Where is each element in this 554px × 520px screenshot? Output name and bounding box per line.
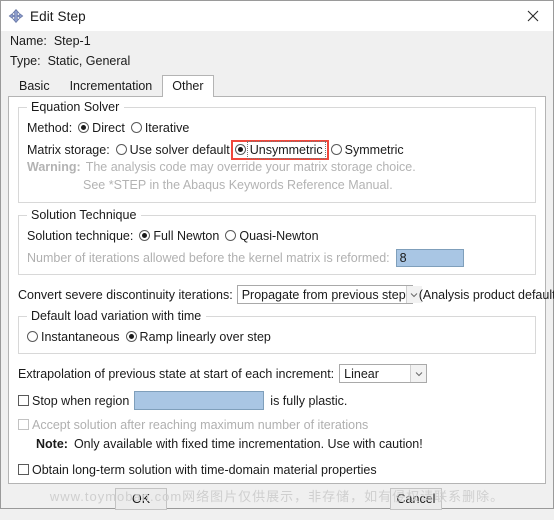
checkbox-obtain-long-term[interactable]: Obtain long-term solution with time-doma… (18, 463, 377, 477)
warning-key: Warning: (27, 160, 81, 174)
close-icon[interactable] (513, 2, 553, 31)
ok-button[interactable]: OK (115, 488, 167, 510)
extrapolation-label: Extrapolation of previous state at start… (18, 366, 335, 381)
tab-basic[interactable]: Basic (9, 75, 60, 96)
radio-quasi-newton[interactable]: Quasi-Newton (225, 228, 319, 243)
obtain-long-term-label: Obtain long-term solution with time-doma… (32, 462, 377, 477)
tab-strip: Basic Incrementation Other (1, 75, 553, 97)
solution-technique-title: Solution Technique (27, 208, 142, 222)
radio-full-newton-label: Full Newton (153, 228, 220, 243)
convert-severe-discontinuity-select[interactable]: Propagate from previous step (236, 285, 422, 304)
convert-severe-discontinuity-label: Convert severe discontinuity iterations: (18, 287, 233, 302)
highlight-box-unsymmetric: Unsymmetric (230, 139, 329, 160)
radio-matrix-unsymmetric[interactable]: Unsymmetric (234, 140, 326, 159)
radio-matrix-symmetric[interactable]: Symmetric (330, 142, 404, 157)
name-value: Step-1 (53, 34, 91, 48)
load-variation-options-row: Instantaneous Ramp linearly over step (27, 326, 527, 347)
radio-method-direct[interactable]: Direct (78, 121, 125, 135)
type-row: Type: Static, General (10, 54, 553, 74)
radio-matrix-use-solver-default-label: Use solver default (129, 142, 230, 157)
equation-solver-title: Equation Solver (27, 100, 125, 114)
radio-circle-icon (330, 144, 342, 155)
checkbox-icon (18, 395, 29, 406)
radio-ramp-linearly[interactable]: Ramp linearly over step (125, 329, 271, 344)
radio-circle-icon (130, 122, 142, 133)
note-key: Note: (36, 437, 68, 451)
header-fields: Name: Step-1 Type: Static, General (1, 31, 553, 75)
edit-step-dialog: Edit Step Name: Step-1 Type: Static, Gen… (0, 0, 554, 510)
stop-region-input[interactable] (134, 391, 265, 410)
chevron-down-icon (410, 365, 427, 382)
kernel-iterations-label: Number of iterations allowed before the … (27, 250, 390, 265)
radio-dot-icon (234, 144, 246, 155)
radio-dot-icon (78, 122, 90, 133)
radio-matrix-unsymmetric-label: Unsymmetric (246, 140, 326, 159)
default-load-variation-title: Default load variation with time (27, 309, 207, 323)
warning-row-2: See *STEP in the Abaqus Keywords Referen… (27, 178, 527, 196)
radio-full-newton[interactable]: Full Newton (139, 229, 219, 243)
warning-row: Warning: The analysis code may override … (27, 160, 527, 178)
stop-when-region-suffix: is fully plastic. (270, 393, 348, 408)
extrapolation-row: Extrapolation of previous state at start… (18, 363, 536, 384)
kernel-iterations-input[interactable]: 8 (395, 248, 464, 267)
extrapolation-select[interactable]: Linear (339, 364, 428, 383)
note-text: Only available with fixed time increment… (73, 437, 423, 451)
edit-step-diamond-icon (8, 8, 24, 24)
extrapolation-value: Linear (344, 366, 379, 381)
title-bar: Edit Step (1, 1, 553, 31)
tab-incrementation[interactable]: Incrementation (60, 75, 163, 96)
name-label: Name: (10, 34, 47, 48)
radio-circle-icon (115, 144, 127, 155)
radio-instantaneous[interactable]: Instantaneous (27, 330, 120, 344)
convert-severe-discontinuity-row: Convert severe discontinuity iterations:… (18, 284, 554, 305)
checkbox-icon (18, 464, 29, 475)
accept-solution-row: Accept solution after reaching maximum n… (18, 415, 536, 434)
window-title: Edit Step (30, 8, 86, 24)
convert-severe-discontinuity-value: Propagate from previous step (241, 287, 406, 302)
equation-solver-body: Method: Direct Iterative Matrix storage: (27, 112, 527, 196)
matrix-storage-label: Matrix storage: (27, 142, 110, 157)
stop-when-region-label: Stop when region (32, 393, 130, 408)
solution-technique-group: Solution Technique Solution technique: F… (18, 208, 536, 275)
note-row: Note: Only available with fixed time inc… (18, 437, 536, 456)
solution-technique-body: Solution technique: Full Newton Quasi-Ne… (27, 220, 527, 268)
tab-other[interactable]: Other (162, 75, 214, 97)
cancel-button[interactable]: Cancel (390, 488, 442, 510)
radio-ramp-linearly-label: Ramp linearly over step (139, 329, 271, 344)
radio-method-iterative-label: Iterative (144, 120, 190, 135)
solution-technique-label: Solution technique: (27, 228, 134, 243)
default-load-variation-group: Default load variation with time Instant… (18, 309, 536, 354)
radio-quasi-newton-label: Quasi-Newton (239, 228, 319, 243)
other-tab-panel: Equation Solver Method: Direct Iterative (8, 96, 554, 484)
type-value: Static, General (47, 54, 131, 68)
warning-line-2: See *STEP in the Abaqus Keywords Referen… (83, 178, 393, 192)
radio-dot-icon (139, 230, 151, 241)
equation-solver-group: Equation Solver Method: Direct Iterative (18, 100, 536, 203)
method-label: Method: (27, 120, 73, 135)
default-load-variation-body: Instantaneous Ramp linearly over step (27, 321, 527, 347)
radio-dot-icon (125, 331, 137, 342)
kernel-iterations-row: Number of iterations allowed before the … (27, 247, 527, 268)
warning-line-1: The analysis code may override your matr… (85, 160, 416, 174)
checkbox-accept-solution[interactable]: Accept solution after reaching maximum n… (18, 418, 368, 432)
type-label: Type: (10, 54, 41, 68)
radio-circle-icon (225, 230, 237, 241)
radio-method-iterative[interactable]: Iterative (130, 120, 190, 135)
checkbox-stop-when-region[interactable]: Stop when region (18, 394, 129, 408)
solution-technique-row: Solution technique: Full Newton Quasi-Ne… (27, 225, 527, 246)
stop-when-region-row: Stop when region is fully plastic. (18, 390, 536, 411)
matrix-storage-row: Matrix storage: Use solver default Unsym… (27, 139, 527, 160)
radio-matrix-symmetric-label: Symmetric (344, 142, 404, 157)
obtain-long-term-row: Obtain long-term solution with time-doma… (18, 460, 536, 479)
radio-instantaneous-label: Instantaneous (41, 329, 120, 344)
radio-circle-icon (27, 331, 38, 342)
radio-matrix-use-solver-default[interactable]: Use solver default (115, 142, 230, 157)
name-row: Name: Step-1 (10, 34, 553, 54)
radio-method-direct-label: Direct (92, 120, 125, 135)
convert-severe-discontinuity-suffix: (Analysis product default) (418, 287, 554, 302)
accept-solution-label: Accept solution after reaching maximum n… (32, 417, 369, 432)
method-row: Method: Direct Iterative (27, 117, 527, 138)
dialog-footer: OK Cancel (1, 484, 553, 520)
checkbox-icon (18, 419, 29, 430)
